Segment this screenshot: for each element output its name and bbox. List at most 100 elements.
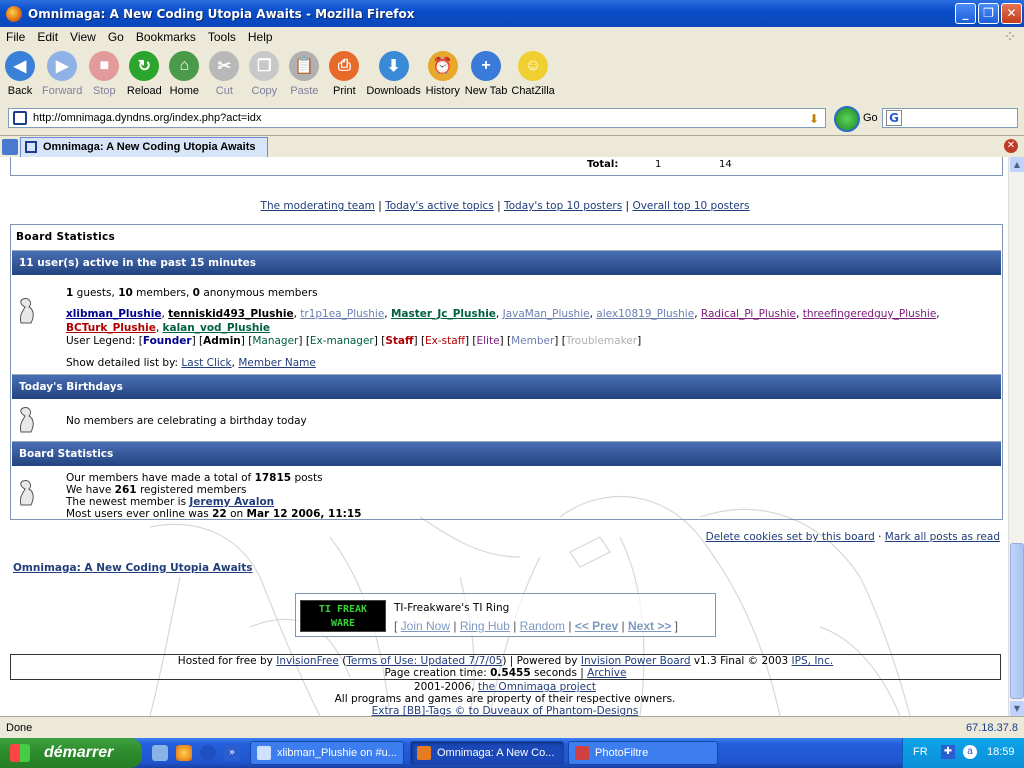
start-button[interactable]: démarrer [0,738,142,768]
user-link[interactable]: JavaMan_Plushie [503,308,590,320]
archive-link[interactable]: Archive [587,667,626,679]
menu-edit[interactable]: Edit [37,30,58,44]
close-window-button[interactable]: ✕ [1001,3,1022,24]
stats-posts: Our members have made a total of 17815 p… [66,472,323,484]
taskbar-task[interactable]: PhotoFiltre [568,741,718,765]
firefox-quicklaunch-icon[interactable] [176,745,192,761]
history-button[interactable]: ⏰ History [425,47,461,101]
print-button[interactable]: ⎙ Print [326,47,362,101]
url-input[interactable]: http://omnimaga.dyndns.org/index.php?act… [8,108,826,128]
menu-help[interactable]: Help [248,30,273,44]
webring-logo[interactable]: TI FREAK WARE [300,600,386,632]
legend-item: [Founder] [138,335,200,347]
forward-icon: ▶ [47,51,78,81]
user-link[interactable]: Radical_Pi_Plushie [701,308,796,320]
ring-prev[interactable]: << Prev [575,619,618,633]
copy-icon: ❐ [249,51,280,81]
link-top10-overall[interactable]: Overall top 10 posters [632,200,749,212]
user-link[interactable]: tenniskid493_Plushie [168,308,293,320]
show-list-label: Show detailed list by: [66,357,179,369]
user-legend: User Legend: [Founder] [Admin] [Manager]… [66,335,641,347]
scroll-down-icon[interactable]: ▼ [1010,701,1024,716]
menu-go[interactable]: Go [108,30,124,44]
user-link[interactable]: alex10819_Plushie [596,308,694,320]
network-icon[interactable]: ✚ [941,745,955,759]
rss-arrow-icon[interactable]: ⬇ [809,110,819,128]
menu-bookmarks[interactable]: Bookmarks [136,30,196,44]
go-label[interactable]: Go [863,112,878,124]
close-tab-icon[interactable]: ✕ [1004,139,1018,153]
ring-hub[interactable]: Ring Hub [460,619,510,633]
cut-button[interactable]: ✂ Cut [206,47,242,101]
status-bar: Done 67.18.37.8 [0,716,1024,738]
new-tab-button[interactable]: + New Tab [465,47,507,101]
ipb-link[interactable]: Invision Power Board [581,655,691,667]
stop-icon: ■ [89,51,120,81]
link-active-topics[interactable]: Today's active topics [385,200,494,212]
forward-button[interactable]: ▶ Forward [42,47,82,101]
user-link[interactable]: BCTurk_Plushie [66,322,156,334]
menu-bar: File Edit View Go Bookmarks Tools Help [0,27,1024,47]
project-link[interactable]: the Omnimaga project [478,681,596,693]
invisionfree-link[interactable]: InvisionFree [276,655,339,667]
ips-link[interactable]: IPS, Inc. [792,655,834,667]
go-button[interactable] [834,106,860,132]
link-last-click[interactable]: Last Click [181,357,231,369]
scroll-up-icon[interactable]: ▲ [1010,157,1024,172]
search-input[interactable]: G [882,108,1018,128]
link-moderating-team[interactable]: The moderating team [261,200,375,212]
forum-title-link[interactable]: Omnimaga: A New Coding Utopia Awaits [13,562,253,574]
newest-member-link[interactable]: Jeremy Avalon [189,496,274,508]
chatzilla-icon: ☺ [518,51,549,81]
legend-label: User Legend: [66,335,136,347]
user-link[interactable]: xlibman_Plushie [66,308,161,320]
system-tray: FR ✚ a 18:59 [902,738,1024,768]
active-user-list: xlibman_Plushie, tenniskid493_Plushie, t… [66,308,940,334]
new-tab-icon[interactable] [2,139,18,155]
chatzilla-button[interactable]: ☺ ChatZilla [511,47,555,101]
minimize-button[interactable]: _ [955,3,976,24]
new-tab-icon: + [471,51,502,81]
user-link[interactable]: tr1p1ea_Plushie [300,308,384,320]
media-player-icon[interactable] [200,745,216,761]
terms-link[interactable]: Terms of Use: Updated 7/7/05 [346,655,502,667]
paste-button[interactable]: 📋 Paste [286,47,322,101]
windows-logo-icon [10,744,30,762]
user-link[interactable]: kalan_vod_Plushie [163,322,271,334]
ring-next[interactable]: Next >> [628,619,671,633]
page-scrollbar[interactable]: ▲ ▼ [1008,157,1024,716]
more-icon[interactable]: » [224,745,240,761]
taskbar-task[interactable]: xlibman_Plushie on #u... [250,741,404,765]
taskbar-task[interactable]: Omnimaga: A New Co... [410,741,564,765]
reload-button[interactable]: ↻ Reload [126,47,162,101]
copy-button[interactable]: ❐ Copy [246,47,282,101]
link-top10-today[interactable]: Today's top 10 posters [504,200,622,212]
downloads-button[interactable]: ⬇ Downloads [366,47,421,101]
menu-tools[interactable]: Tools [208,30,236,44]
user-link[interactable]: Master_Jc_Plushie [391,308,496,320]
ring-random[interactable]: Random [520,619,565,633]
menu-file[interactable]: File [6,30,25,44]
menu-view[interactable]: View [70,30,96,44]
task-app-icon [257,746,271,760]
language-indicator[interactable]: FR [913,746,928,758]
total-value-b: 14 [719,159,732,170]
stop-button[interactable]: ■ Stop [86,47,122,101]
user-link[interactable]: threefingeredguy_Plushie [803,308,937,320]
legend-item: [Ex-manager] [305,335,382,347]
scroll-thumb[interactable] [1010,543,1024,699]
ring-join-now[interactable]: Join Now [401,619,450,633]
restore-button[interactable]: ❐ [978,3,999,24]
home-button[interactable]: ⌂ Home [166,47,202,101]
tab-omnimaga[interactable]: Omnimaga: A New Coding Utopia Awaits [20,137,268,157]
status-ip: 67.18.37.8 [966,722,1018,734]
link-member-name[interactable]: Member Name [238,357,316,369]
show-desktop-icon[interactable] [152,745,168,761]
back-button[interactable]: ◀ Back [2,47,38,101]
delete-cookies-link[interactable]: Delete cookies set by this board [706,531,875,543]
active-users-header: 11 user(s) active in the past 15 minutes [12,250,1001,275]
extra-tags-link[interactable]: Extra [BB]-Tags © to Duveaux of Phantom-… [372,705,639,716]
hosted-footer: Hosted for free by InvisionFree (Terms o… [10,654,1001,680]
volume-icon[interactable]: a [963,745,977,759]
mark-all-read-link[interactable]: Mark all posts as read [885,531,1000,543]
